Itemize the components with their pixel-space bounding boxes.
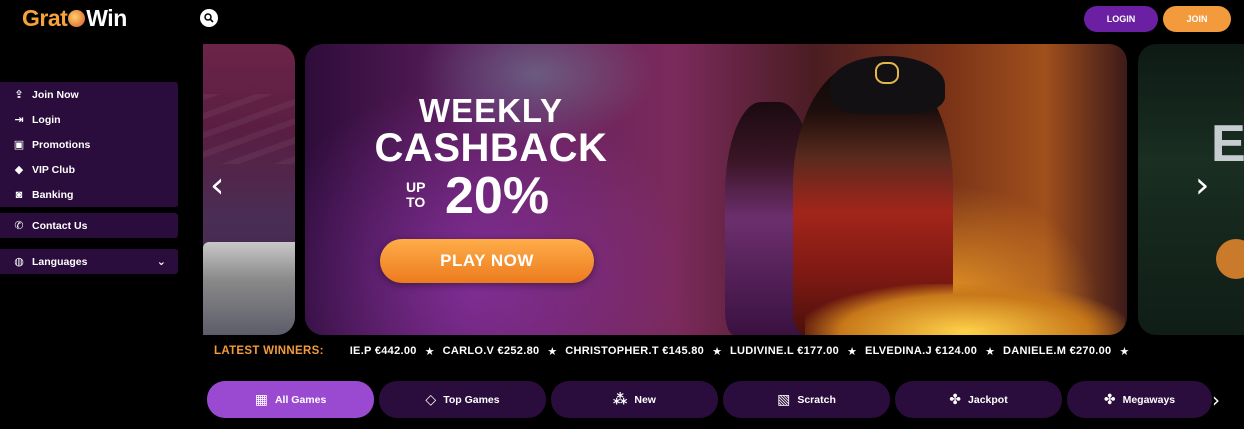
search-icon — [204, 13, 214, 23]
diamond-icon: ◇ — [425, 391, 437, 407]
promo-banner-weekly-cashback[interactable]: WEEKLY CASHBACK UP TO 20% PLAY NOW — [305, 44, 1127, 335]
carousel-slide-next[interactable]: E — [1138, 44, 1244, 335]
tab-scratch[interactable]: ▧ Scratch — [723, 381, 890, 418]
sidebar-languages-group: ◍ Languages ⌄ — [0, 249, 178, 274]
globe-icon: ◍ — [14, 256, 24, 268]
grid-icon: ▦ — [254, 391, 268, 407]
star-icon: ★ — [424, 345, 435, 358]
tab-megaways[interactable]: ✤ Megaways — [1067, 381, 1212, 418]
site-logo[interactable]: Grat Win — [22, 5, 127, 32]
sidebar-item-join-now[interactable]: ⇪ Join Now — [0, 82, 178, 107]
banner-headline-cashback: CASHBACK — [374, 126, 608, 170]
winner-entry: ELVEDINA.J €124.00 — [864, 345, 978, 357]
sidebar-contact-group: ✆ Contact Us — [0, 213, 178, 238]
star-icon: ★ — [847, 345, 857, 358]
game-category-tabs: ▦ All Games ◇ Top Games ⁂ New ▧ Scratch ✤ Jac… — [207, 381, 1212, 418]
play-now-button[interactable]: PLAY NOW — [380, 239, 594, 283]
sidebar-item-promotions[interactable]: ▣ Promotions — [0, 132, 178, 157]
winner-entry: CARLO.V €252.80 — [442, 345, 540, 357]
tab-top-games[interactable]: ◇ Top Games — [379, 381, 546, 418]
sidebar-item-contact-us[interactable]: ✆ Contact Us — [0, 213, 178, 238]
sidebar-item-vip-club[interactable]: ◆ VIP Club — [0, 157, 178, 182]
slide-art-can — [203, 242, 295, 335]
tab-new[interactable]: ⁂ New — [551, 381, 718, 418]
banner-up-to: UP TO — [406, 179, 426, 210]
join-button[interactable]: JOIN — [1163, 6, 1231, 32]
banner-headline-weekly: WEEKLY — [418, 92, 564, 129]
clover-icon: ✤ — [1103, 391, 1116, 407]
sidebar-item-banking[interactable]: ◙ Banking — [0, 182, 178, 207]
star-icon: ★ — [547, 345, 558, 358]
latest-winners-ticker: LATEST WINNERS: IE.P €442.00 ★ CARLO.V €2… — [203, 342, 1244, 360]
slide-art-blob — [1216, 239, 1244, 279]
chevron-down-icon: ⌄ — [156, 256, 166, 268]
star-icon: ★ — [712, 345, 722, 358]
banner-percent: 20% — [445, 167, 550, 225]
promotions-icon: ▣ — [13, 139, 25, 151]
sidebar-item-login[interactable]: ⇥ Login — [0, 107, 178, 132]
diamond-icon: ◆ — [14, 164, 24, 176]
login-icon: ⇥ — [14, 114, 24, 126]
login-button[interactable]: LOGIN — [1084, 6, 1158, 32]
phone-icon: ✆ — [14, 220, 24, 232]
star-icon: ★ — [985, 345, 996, 358]
sparkle-icon: ⁂ — [613, 391, 628, 407]
join-icon: ⇪ — [14, 89, 24, 101]
sidebar-main-menu: ⇪ Join Now ⇥ Login ▣ Promotions ◆ VIP Club ◙… — [0, 82, 178, 207]
scratch-icon: ▧ — [777, 391, 791, 407]
winner-entry: CHRISTOPHER.T €145.80 — [565, 345, 705, 357]
tab-all-games[interactable]: ▦ All Games — [207, 381, 374, 418]
winner-entry: IE.P €442.00 — [349, 345, 417, 357]
winner-entry: LUDIVINE.L €177.00 — [729, 345, 840, 357]
banner-gold-pile — [805, 284, 1125, 335]
banking-icon: ◙ — [15, 188, 23, 201]
clover-icon: ✤ — [949, 391, 962, 407]
sidebar-item-languages[interactable]: ◍ Languages ⌄ — [0, 249, 178, 274]
tabs-next-chevron-icon[interactable]: › — [1212, 388, 1220, 412]
logo-coin-icon — [68, 10, 86, 27]
next-slide-letter: E — [1211, 115, 1244, 173]
search-button[interactable] — [200, 9, 218, 27]
tab-jackpot[interactable]: ✤ Jackpot — [895, 381, 1062, 418]
pirate-hat-icon — [830, 56, 945, 114]
ticker-label: LATEST WINNERS: — [214, 345, 324, 357]
carousel-next-arrow-icon[interactable]: › — [1195, 168, 1209, 204]
star-icon: ★ — [1119, 345, 1130, 358]
carousel-prev-arrow-icon[interactable]: ‹ — [210, 168, 224, 204]
slide-decoration — [203, 94, 295, 164]
winner-entry: DANIELE.M €270.00 — [1003, 345, 1112, 357]
